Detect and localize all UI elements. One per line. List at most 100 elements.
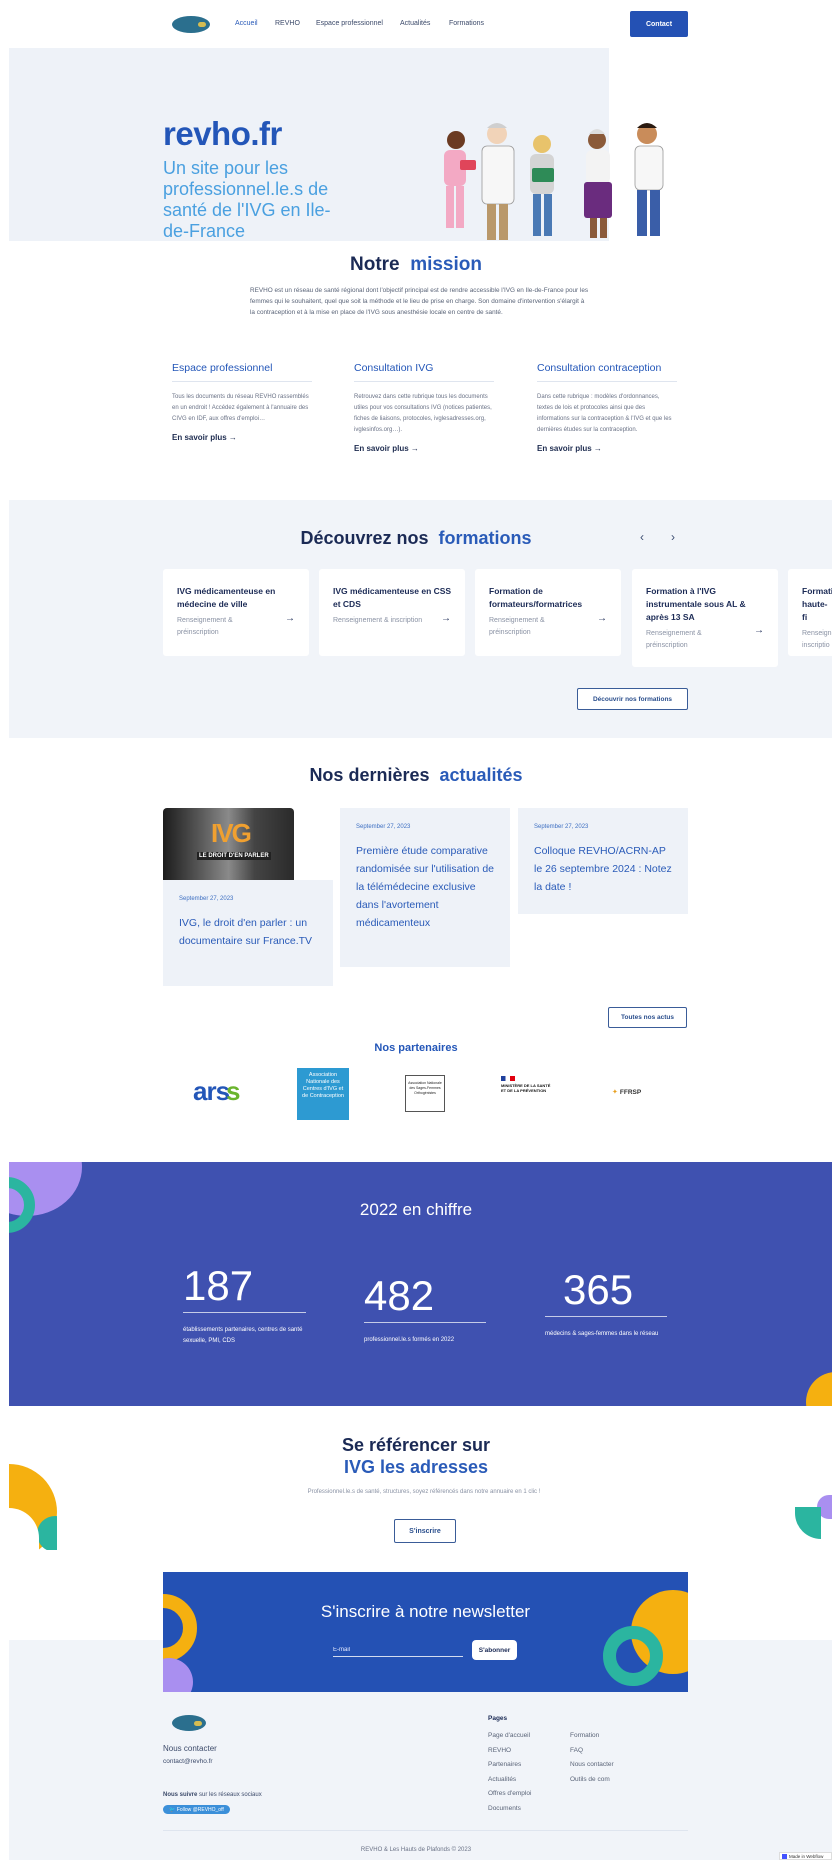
copyright: REVHO & Les Hauts de Plafonds © 2023 xyxy=(360,1847,472,1853)
card-consultation-ivg: Consultation IVG Retrouvez dans cette ru… xyxy=(354,362,494,453)
formation-sub: Renseignement & préinscription xyxy=(489,617,545,636)
sinscrire-button[interactable]: S'inscrire xyxy=(394,1519,456,1543)
stat-label: professionnel.le.s formés en 2022 xyxy=(364,1337,455,1343)
contact-button[interactable]: Contact xyxy=(630,11,688,37)
nav-revho[interactable]: REVHO xyxy=(275,20,300,27)
news-title: Nos dernières actualités xyxy=(0,765,832,786)
footer-revho-logo[interactable] xyxy=(172,1715,206,1731)
formations-title: Découvrez nos formations xyxy=(0,528,832,549)
stat-divider xyxy=(183,1312,306,1313)
anspo-logo[interactable]: Association Nationale des Sages-Femmes O… xyxy=(405,1075,445,1112)
formation-title: Formation à l'IVG instrumentale sous AL … xyxy=(646,586,746,622)
stat-divider xyxy=(545,1316,667,1317)
card-title: Espace professionnel xyxy=(172,362,312,382)
card-text: Dans cette rubrique : modèles d'ordonnan… xyxy=(537,394,672,433)
ancic-logo[interactable]: Association Nationale des Centres d'IVG … xyxy=(297,1068,349,1120)
footer-email-link[interactable]: contact@revho.fr xyxy=(163,1758,213,1765)
footer-follow-rest: sur les réseaux sociaux xyxy=(197,1792,262,1798)
formation-sub: Renseignement & préinscription xyxy=(177,617,233,636)
referencer-title-line1: Se référencer sur xyxy=(341,1435,491,1455)
stat-value: 187 xyxy=(183,1262,254,1309)
news-title-part1: Nos dernières xyxy=(309,765,430,785)
arrow-right-icon: → xyxy=(597,613,607,624)
mission-text: REVHO est un réseau de santé régional do… xyxy=(250,287,589,316)
twitter-follow-button[interactable]: 🐦 Follow @REVHO_off xyxy=(163,1805,230,1814)
en-savoir-plus-link[interactable]: En savoir plus → xyxy=(537,444,677,453)
discover-formations-button[interactable]: Découvrir nos formations xyxy=(577,688,688,710)
formation-card[interactable]: Formation à l'IVG instrumentale sous AL … xyxy=(632,569,778,667)
stat-item: 482 professionnel.le.s formés en 2022 xyxy=(364,1272,486,1346)
formation-card[interactable]: Formation de formateurs/formatrices Rens… xyxy=(475,569,621,656)
card-title: Consultation contraception xyxy=(537,362,677,382)
footer-link-outils[interactable]: Outils de com xyxy=(570,1776,610,1783)
en-savoir-plus-link[interactable]: En savoir plus → xyxy=(354,444,494,453)
anspo-logo-text: Association Nationale des Sages-Femmes O… xyxy=(408,1081,442,1095)
nav-formations[interactable]: Formations xyxy=(449,20,484,27)
footer-link-accueil[interactable]: Page d'accueil xyxy=(488,1732,530,1739)
formation-card[interactable]: Formation haute-fi Renseigne inscriptio xyxy=(788,569,832,656)
hero-title: revho.fr xyxy=(163,115,282,152)
formation-title: Formation haute-fi xyxy=(802,586,832,622)
mission-title-part1: Notre xyxy=(350,254,400,275)
stat-item: 187 établissements partenaires, centres … xyxy=(183,1262,306,1347)
footer-follow: Nous suivre sur les réseaux sociaux xyxy=(163,1792,262,1798)
formation-title: IVG médicamenteuse en médecine de ville xyxy=(177,586,276,609)
webflow-badge[interactable]: Made in Webflow xyxy=(779,1852,832,1860)
formation-card[interactable]: IVG médicamenteuse en CSS et CDS Renseig… xyxy=(319,569,465,656)
formation-title: IVG médicamenteuse en CSS et CDS xyxy=(333,586,452,609)
formations-title-part2: formations xyxy=(438,528,532,548)
en-savoir-plus-link[interactable]: En savoir plus → xyxy=(172,433,312,442)
nav-accueil[interactable]: Accueil xyxy=(235,20,258,27)
webflow-text: Made in Webflow xyxy=(789,1853,824,1859)
decor-shapes-right xyxy=(795,1495,832,1545)
footer-link-documents[interactable]: Documents xyxy=(488,1805,521,1812)
hero-subtitle: Un site pour les professionnel.le.s de s… xyxy=(163,158,331,241)
footer-divider xyxy=(163,1830,688,1831)
formation-sub: Renseigne inscriptio xyxy=(802,630,832,649)
arrow-right-icon: → xyxy=(441,613,451,624)
news-card[interactable]: September 27, 2023 Colloque REVHO/ACRN-A… xyxy=(518,808,688,914)
all-news-button[interactable]: Toutes nos actus xyxy=(608,1007,687,1028)
stat-label: établissements partenaires, centres de s… xyxy=(183,1327,303,1344)
referencer-title-line2: IVG les adresses xyxy=(343,1457,489,1477)
newsletter-section: S'inscrire à notre newsletter S'abonner xyxy=(163,1572,688,1692)
footer-link-formation[interactable]: Formation xyxy=(570,1732,599,1739)
ancic-logo-text: Association Nationale des Centres d'IVG … xyxy=(302,1072,344,1099)
formations-title-part1: Découvrez nos xyxy=(300,528,429,548)
news-card[interactable]: September 27, 2023 IVG, le droit d'en pa… xyxy=(163,880,333,986)
ars-logo[interactable]: ars s xyxy=(193,1076,249,1110)
subscribe-button[interactable]: S'abonner xyxy=(472,1640,517,1660)
nav-espace-professionnel[interactable]: Espace professionnel xyxy=(316,20,383,27)
footer-link-offres[interactable]: Offres d'emploi xyxy=(488,1790,531,1797)
news-image[interactable]: IVG LE DROIT D'EN PARLER xyxy=(163,808,294,880)
email-field[interactable] xyxy=(333,1643,463,1657)
ffrsp-logo[interactable]: ✦ FFRSP xyxy=(612,1086,658,1098)
ministere-logo-text: MINISTÈRE DE LA SANTÉ ET DE LA PRÉVENTIO… xyxy=(501,1083,551,1093)
formation-card[interactable]: IVG médicamenteuse en médecine de ville … xyxy=(163,569,309,656)
footer-link-partenaires[interactable]: Partenaires xyxy=(488,1761,521,1768)
card-consultation-contraception: Consultation contraception Dans cette ru… xyxy=(537,362,677,453)
card-title: Consultation IVG xyxy=(354,362,494,382)
news-title-part2: actualités xyxy=(439,765,523,785)
newsletter-title: S'inscrire à notre newsletter xyxy=(320,1602,531,1621)
referencer-text: Professionnel.le.s de santé, structures,… xyxy=(307,1489,541,1495)
revho-logo[interactable] xyxy=(172,16,210,33)
news-card-title: Colloque REVHO/ACRN-AP le 26 septembre 2… xyxy=(534,845,672,893)
news-image-caption: LE DROIT D'EN PARLER xyxy=(197,852,271,860)
card-text: Retrouvez dans cette rubrique tous les d… xyxy=(354,394,492,433)
stat-value: 482 xyxy=(364,1272,435,1319)
stat-item: 365 médecins & sages-femmes dans le rése… xyxy=(545,1266,667,1340)
footer-link-contact[interactable]: Nous contacter xyxy=(570,1761,614,1768)
ministere-logo[interactable]: MINISTÈRE DE LA SANTÉ ET DE LA PRÉVENTIO… xyxy=(501,1076,553,1106)
footer-link-actualites[interactable]: Actualités xyxy=(488,1776,516,1783)
formation-sub: Renseignement & préinscription xyxy=(646,630,702,649)
footer-link-revho[interactable]: REVHO xyxy=(488,1747,511,1754)
stat-value: 365 xyxy=(563,1266,634,1313)
stat-label: médecins & sages-femmes dans le réseau xyxy=(545,1331,659,1337)
footer-link-faq[interactable]: FAQ xyxy=(570,1747,583,1754)
nav-actualites[interactable]: Actualités xyxy=(400,20,430,27)
news-card[interactable]: September 27, 2023 Première étude compar… xyxy=(340,808,510,967)
carousel-next-button[interactable]: › xyxy=(671,530,675,544)
arrow-right-icon: → xyxy=(754,625,764,636)
carousel-prev-button[interactable]: ‹ xyxy=(640,530,644,544)
